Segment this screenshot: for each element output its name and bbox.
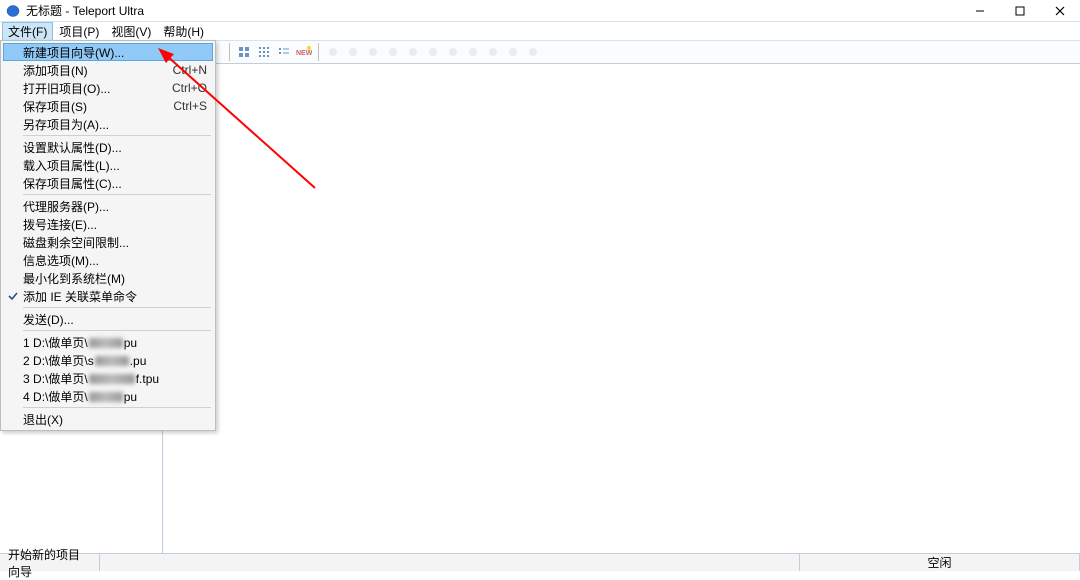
menu-save-project-as[interactable]: 另存项目为(A)...	[3, 115, 213, 133]
close-button[interactable]	[1040, 0, 1080, 22]
menu-project[interactable]: 项目(P)	[53, 22, 105, 41]
toolbar-list-icon[interactable]	[275, 43, 293, 61]
menu-minimize-to-tray[interactable]: 最小化到系统栏(M)	[3, 269, 213, 287]
menu-recent-2[interactable]: 2 D:\做单页\s.pu	[3, 351, 213, 369]
file-menu-dropdown: 新建项目向导(W)... 添加项目(N) Ctrl+N 打开旧项目(O)... …	[0, 40, 216, 431]
toolbar-separator	[229, 43, 230, 61]
menu-save-project-props[interactable]: 保存项目属性(C)...	[3, 174, 213, 192]
menu-add-ie-context[interactable]: 添加 IE 关联菜单命令	[3, 287, 213, 305]
minimize-button[interactable]	[960, 0, 1000, 22]
right-list-pane[interactable]	[163, 64, 1080, 553]
status-hint: 开始新的项目向导	[0, 554, 100, 571]
maximize-button[interactable]	[1000, 0, 1040, 22]
app-icon	[6, 4, 20, 18]
menu-send[interactable]: 发送(D)...	[3, 310, 213, 328]
menu-separator	[23, 407, 211, 408]
toolbar-separator	[318, 43, 319, 61]
menu-separator	[23, 194, 211, 195]
menubar: 文件(F) 项目(P) 视图(V) 帮助(H)	[0, 22, 1080, 40]
toolbar-disabled-2	[344, 43, 362, 61]
toolbar-small-icons[interactable]	[255, 43, 273, 61]
obscured-text	[89, 374, 135, 384]
menu-load-project-props[interactable]: 载入项目属性(L)...	[3, 156, 213, 174]
obscured-text	[95, 356, 129, 366]
titlebar: 无标题 - Teleport Ultra	[0, 0, 1080, 22]
status-spacer	[100, 554, 800, 571]
menu-info-options[interactable]: 信息选项(M)...	[3, 251, 213, 269]
toolbar-disabled-4	[384, 43, 402, 61]
obscured-text	[89, 392, 123, 402]
toolbar-disabled-10	[504, 43, 522, 61]
menu-add-item[interactable]: 添加项目(N) Ctrl+N	[3, 61, 213, 79]
menu-exit[interactable]: 退出(X)	[3, 410, 213, 428]
toolbar-new-icon[interactable]: NEW	[295, 43, 313, 61]
toolbar-disabled-9	[484, 43, 502, 61]
menu-dialup-connection[interactable]: 拨号连接(E)...	[3, 215, 213, 233]
menu-help[interactable]: 帮助(H)	[157, 22, 210, 41]
menu-recent-3[interactable]: 3 D:\做单页\f.tpu	[3, 369, 213, 387]
menu-separator	[23, 330, 211, 331]
menu-separator	[23, 307, 211, 308]
toolbar-disabled-5	[404, 43, 422, 61]
menu-disk-space-limit[interactable]: 磁盘剩余空间限制...	[3, 233, 213, 251]
obscured-text	[89, 338, 123, 348]
toolbar-disabled-6	[424, 43, 442, 61]
menu-file[interactable]: 文件(F)	[2, 22, 53, 41]
toolbar-disabled-8	[464, 43, 482, 61]
menu-proxy-server[interactable]: 代理服务器(P)...	[3, 197, 213, 215]
status-idle: 空闲	[800, 554, 1080, 571]
menu-recent-1[interactable]: 1 D:\做单页\pu	[3, 333, 213, 351]
menu-open-old-project[interactable]: 打开旧项目(O)... Ctrl+O	[3, 79, 213, 97]
menu-new-project-wizard[interactable]: 新建项目向导(W)...	[3, 43, 213, 61]
toolbar-disabled-1	[324, 43, 342, 61]
toolbar-disabled-11	[524, 43, 542, 61]
checkmark-icon	[7, 290, 19, 302]
window-controls	[960, 0, 1080, 21]
menu-view[interactable]: 视图(V)	[105, 22, 157, 41]
toolbar-disabled-3	[364, 43, 382, 61]
menu-set-default-props[interactable]: 设置默认属性(D)...	[3, 138, 213, 156]
svg-text:NEW: NEW	[296, 50, 312, 57]
menu-separator	[23, 135, 211, 136]
statusbar: 开始新的项目向导 空闲	[0, 553, 1080, 571]
menu-recent-4[interactable]: 4 D:\做单页\pu	[3, 387, 213, 405]
toolbar-disabled-7	[444, 43, 462, 61]
toolbar-large-icons[interactable]	[235, 43, 253, 61]
window-title: 无标题 - Teleport Ultra	[26, 2, 144, 19]
menu-save-project[interactable]: 保存项目(S) Ctrl+S	[3, 97, 213, 115]
